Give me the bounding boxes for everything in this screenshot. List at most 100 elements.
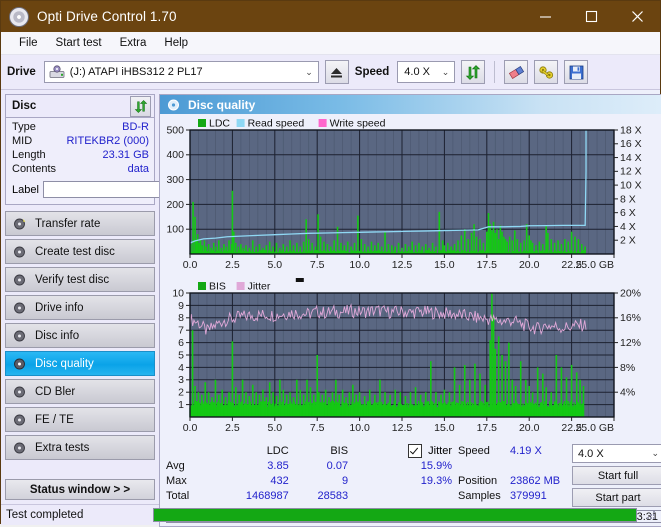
drive-label: Drive xyxy=(7,66,36,78)
start-full-button[interactable]: Start full xyxy=(572,466,661,485)
disc-row-mid-key: MID xyxy=(12,135,33,147)
sidebar-item-label: Transfer rate xyxy=(35,217,101,230)
drive-select[interactable]: (J:) ATAPI iHBS312 2 PL17 ⌄ xyxy=(43,61,319,83)
svg-text:BIS: BIS xyxy=(209,281,226,293)
statistics-area: LDC BIS Jitter Avg 3.85 0.07 15.9% Max 4… xyxy=(160,440,661,509)
disc-quality-icon xyxy=(168,99,179,110)
close-button[interactable] xyxy=(614,1,660,32)
position-value: 23862 MB xyxy=(510,474,561,487)
row-label-total: Total xyxy=(166,489,190,502)
status-window-button[interactable]: Status window > > xyxy=(5,479,155,500)
run-controls: 4.0 X ⌄ Start full Start part xyxy=(572,443,661,507)
svg-text:10.0: 10.0 xyxy=(349,259,370,271)
svg-text:Read speed: Read speed xyxy=(248,118,305,130)
menu-item-extra[interactable]: Extra xyxy=(111,35,156,51)
svg-text:500: 500 xyxy=(166,124,184,136)
sidebar-item-verify-test-disc[interactable]: Verify test disc xyxy=(5,267,155,292)
speed-key: Speed xyxy=(458,444,490,457)
run-info-area: Speed 4.19 X Position 23862 MB Samples 3… xyxy=(458,443,661,507)
drive-select-value: (J:) ATAPI iHBS312 2 PL17 xyxy=(69,66,203,78)
svg-text:4%: 4% xyxy=(620,387,635,399)
svg-text:12%: 12% xyxy=(620,337,641,349)
sidebar-item-create-test-disc[interactable]: Create test disc xyxy=(5,239,155,264)
panel-title: Disc quality xyxy=(188,97,256,112)
test-speed-select[interactable]: 4.0 X ⌄ xyxy=(572,444,661,463)
column-header-jitter: Jitter xyxy=(428,444,452,457)
svg-text:8: 8 xyxy=(178,312,184,324)
maximize-button[interactable] xyxy=(568,1,614,32)
svg-text:20%: 20% xyxy=(620,287,641,299)
sidebar-item-transfer-rate[interactable]: Transfer rate xyxy=(5,211,155,236)
total-ldc-value: 1468987 xyxy=(245,489,289,502)
svg-text:14 X: 14 X xyxy=(620,152,642,164)
svg-text:7.5: 7.5 xyxy=(310,422,325,434)
disc-row-mid: MID RITEKBR2 (000) xyxy=(12,134,149,148)
start-part-button[interactable]: Start part xyxy=(572,488,661,507)
svg-text:17.5: 17.5 xyxy=(477,259,498,271)
svg-text:2.5: 2.5 xyxy=(225,422,240,434)
disc-info-rows: Type BD-R MID RITEKBR2 (000) Length 23.3… xyxy=(6,118,246,204)
sidebar-item-extra-tests[interactable]: Extra tests xyxy=(5,435,155,460)
sidebar-item-fe-te[interactable]: FE / TE xyxy=(5,407,155,432)
sidebar-item-label: Verify test disc xyxy=(35,273,110,286)
position-key: Position xyxy=(458,474,498,487)
disc-row-length: Length 23.31 GB xyxy=(12,148,149,162)
sidebar-item-label: Extra tests xyxy=(35,441,90,454)
eject-button[interactable] xyxy=(324,60,349,84)
disc-refresh-button[interactable] xyxy=(130,95,151,117)
disc-quality-panel: Disc quality 100 200 300 400 500 2 X 4 X 6 X 8 X… xyxy=(159,94,661,527)
menu-item-file[interactable]: File xyxy=(10,35,47,51)
sidebar-item-disc-info[interactable]: Disc info xyxy=(5,323,155,348)
toolbar-separator xyxy=(494,61,496,83)
disc-icon xyxy=(14,330,25,341)
svg-text:8%: 8% xyxy=(620,362,635,374)
menu-item-start-test[interactable]: Start test xyxy=(47,35,111,51)
svg-text:25.0 GB: 25.0 GB xyxy=(575,259,614,271)
column-header-bis: BIS xyxy=(330,444,349,457)
disc-panel-header: Disc xyxy=(6,95,154,118)
sidebar-item-label: Disc quality xyxy=(35,357,94,370)
menu-item-help[interactable]: Help xyxy=(155,35,197,51)
disc-row-length-key: Length xyxy=(12,149,46,161)
erase-button[interactable] xyxy=(504,60,529,84)
refresh-icon xyxy=(134,99,147,113)
sidebar: Disc Type BD-R MID RITEKBR2 (000) Length… xyxy=(1,90,246,504)
sidebar-item-label: FE / TE xyxy=(35,413,74,426)
tools-button[interactable] xyxy=(534,60,559,84)
title-bar: Opti Drive Control 1.70 xyxy=(1,1,660,32)
avg-bis-value: 0.07 xyxy=(326,459,349,472)
svg-text:15.0: 15.0 xyxy=(434,259,455,271)
svg-text:18 X: 18 X xyxy=(620,124,642,136)
chevron-down-icon: ⌄ xyxy=(305,66,313,77)
sidebar-item-label: Drive info xyxy=(35,301,84,314)
disc-icon xyxy=(14,442,25,453)
save-button[interactable] xyxy=(564,60,589,84)
disc-row-contents-key: Contents xyxy=(12,163,57,175)
disc-row-contents: Contents data xyxy=(12,162,149,176)
ldc-chart: 100 200 300 400 500 2 X 4 X 6 X 8 X 10 X 12 X 14 X 1… xyxy=(160,114,661,277)
nav-list: Transfer rate Create test disc Verify te… xyxy=(5,211,155,460)
sidebar-item-disc-quality[interactable]: Disc quality xyxy=(5,351,155,376)
disc-icon xyxy=(14,302,25,313)
table-header-row: LDC BIS Jitter xyxy=(166,443,458,458)
svg-text:6 X: 6 X xyxy=(620,207,636,219)
samples-row: Samples 379991 xyxy=(458,488,572,503)
svg-text:16%: 16% xyxy=(620,312,641,324)
svg-text:4: 4 xyxy=(178,362,184,374)
svg-text:1: 1 xyxy=(178,399,184,411)
sidebar-item-drive-info[interactable]: Drive info xyxy=(5,295,155,320)
resize-grip[interactable] xyxy=(645,509,657,521)
panel-header: Disc quality xyxy=(160,95,661,114)
disc-label-row: Label xyxy=(12,179,246,200)
sidebar-item-cd-bler[interactable]: CD Bler xyxy=(5,379,155,404)
chevron-down-icon: ⌄ xyxy=(441,66,450,77)
minimize-button[interactable] xyxy=(522,1,568,32)
refresh-button[interactable] xyxy=(461,60,486,84)
disc-row-type-value: BD-R xyxy=(122,121,149,133)
speed-select[interactable]: 4.0 X ⌄ xyxy=(397,61,456,83)
max-jitter-value: 19.3% xyxy=(420,474,452,487)
status-text: Test completed xyxy=(6,509,84,521)
jitter-checkbox[interactable] xyxy=(408,443,423,458)
disc-icon xyxy=(14,358,25,369)
